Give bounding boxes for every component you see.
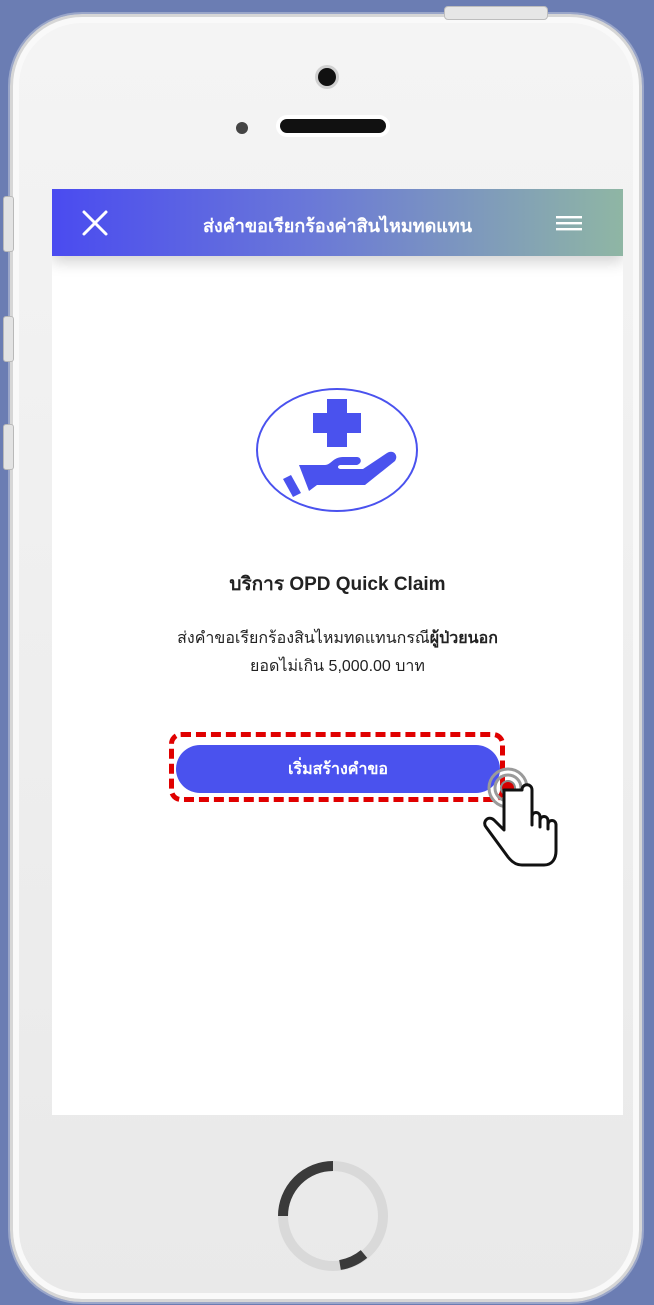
- earpiece-speaker: [280, 119, 386, 133]
- volume-down-button: [3, 424, 14, 470]
- volume-up-button: [3, 316, 14, 362]
- medical-cross-hand-icon: [256, 388, 418, 512]
- proximity-sensor: [236, 122, 248, 134]
- start-request-button[interactable]: เริ่มสร้างคำขอ: [176, 745, 500, 793]
- power-button: [444, 6, 548, 20]
- service-description-line2: ยอดไม่เกิน 5,000.00 บาท: [250, 658, 425, 675]
- service-title: บริการ OPD Quick Claim: [229, 574, 446, 595]
- service-description-line1: ส่งคำขอเรียกร้องสินไหมทดแทนกรณีผู้ป่วยนอ…: [177, 630, 498, 647]
- tap-hand-icon: [483, 767, 558, 867]
- front-camera: [318, 68, 336, 86]
- mute-switch: [3, 196, 14, 252]
- app-screen: ส่งคำขอเรียกร้องค่าสินไหมทดแทน บริการ OP…: [52, 189, 623, 1115]
- menu-icon[interactable]: [556, 213, 582, 233]
- loading-spinner-icon: [278, 1161, 388, 1271]
- outpatient-label: ผู้ป่วยนอก: [429, 630, 498, 647]
- page-title: ส่งคำขอเรียกร้องค่าสินไหมทดแทน: [202, 216, 473, 236]
- app-header: ส่งคำขอเรียกร้องค่าสินไหมทดแทน: [52, 189, 623, 256]
